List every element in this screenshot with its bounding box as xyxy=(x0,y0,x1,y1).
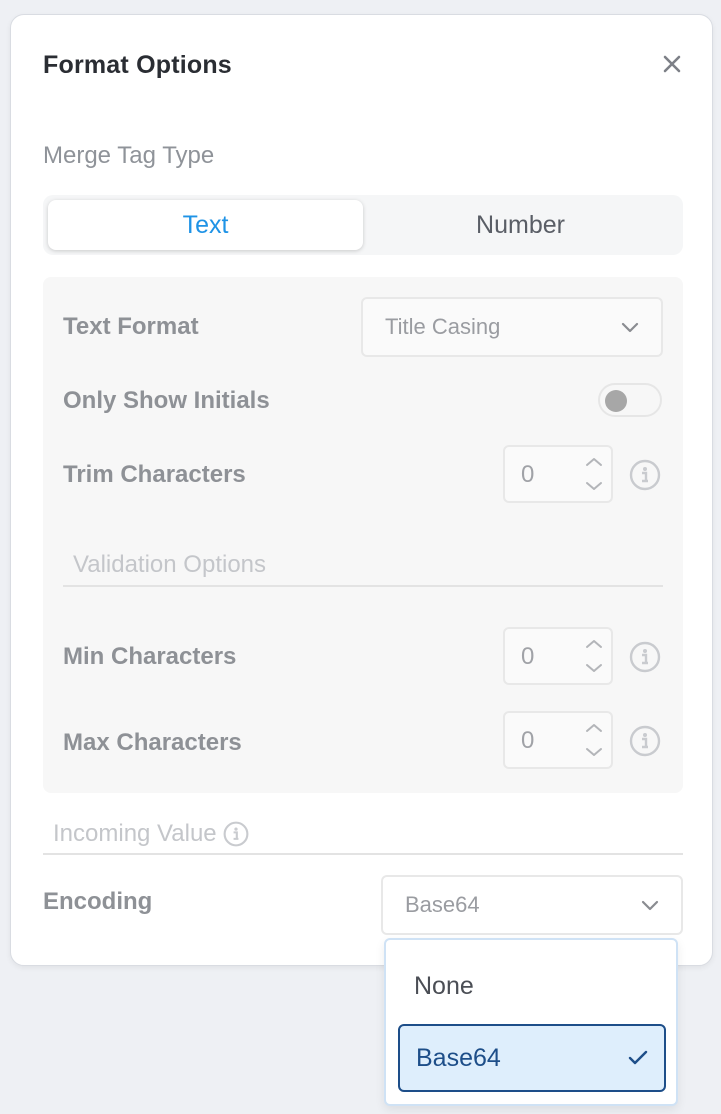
only-show-initials-toggle[interactable] xyxy=(598,383,662,417)
chevron-down-icon xyxy=(621,314,639,340)
incoming-value-label: Incoming Value xyxy=(53,820,217,847)
encoding-value: Base64 xyxy=(405,892,480,917)
option-label: Base64 xyxy=(416,1043,501,1072)
text-options-panel: Text Format Title Casing Only Show Initi… xyxy=(43,277,683,793)
merge-tag-type-label: Merge Tag Type xyxy=(43,142,215,169)
merge-tag-type-segmented-control: Text Number xyxy=(43,195,683,255)
text-format-label: Text Format xyxy=(63,313,199,340)
text-format-select[interactable]: Title Casing xyxy=(361,297,663,357)
validation-options-heading: Validation Options xyxy=(63,551,663,587)
only-show-initials-label: Only Show Initials xyxy=(63,387,270,414)
option-label: None xyxy=(414,971,474,1000)
incoming-value-heading: Incoming Value xyxy=(43,815,683,855)
encoding-option-base64[interactable]: Base64 xyxy=(398,1024,666,1092)
min-characters-label: Min Characters xyxy=(63,643,237,670)
tab-number[interactable]: Number xyxy=(363,200,678,250)
chevron-up-icon[interactable] xyxy=(583,635,605,653)
chevron-down-icon[interactable] xyxy=(583,477,605,495)
dialog-title: Format Options xyxy=(43,51,232,79)
chevron-up-icon[interactable] xyxy=(583,453,605,471)
text-format-value: Title Casing xyxy=(385,314,501,339)
encoding-label: Encoding xyxy=(43,888,153,915)
trim-characters-label: Trim Characters xyxy=(63,461,246,488)
encoding-select[interactable]: Base64 xyxy=(381,875,683,935)
chevron-down-icon[interactable] xyxy=(583,743,605,761)
max-characters-label: Max Characters xyxy=(63,729,242,756)
chevron-up-icon[interactable] xyxy=(583,719,605,737)
min-characters-value: 0 xyxy=(521,643,535,670)
format-options-dialog: Format Options Merge Tag Type Text Numbe… xyxy=(10,14,713,966)
info-icon[interactable] xyxy=(223,821,249,847)
tab-text[interactable]: Text xyxy=(48,200,363,250)
toggle-knob xyxy=(605,390,627,412)
trim-characters-stepper[interactable]: 0 xyxy=(503,445,613,503)
checkmark-icon xyxy=(628,1044,648,1073)
min-characters-stepper[interactable]: 0 xyxy=(503,627,613,685)
info-icon[interactable] xyxy=(629,641,661,673)
chevron-down-icon[interactable] xyxy=(583,659,605,677)
info-icon[interactable] xyxy=(629,725,661,757)
chevron-down-icon xyxy=(641,892,659,918)
close-icon[interactable] xyxy=(657,49,687,79)
trim-characters-value: 0 xyxy=(521,461,535,488)
max-characters-stepper[interactable]: 0 xyxy=(503,711,613,769)
max-characters-value: 0 xyxy=(521,727,535,754)
info-icon[interactable] xyxy=(629,459,661,491)
encoding-option-none[interactable]: None xyxy=(398,952,666,1020)
encoding-dropdown-menu: None Base64 xyxy=(384,938,678,1106)
